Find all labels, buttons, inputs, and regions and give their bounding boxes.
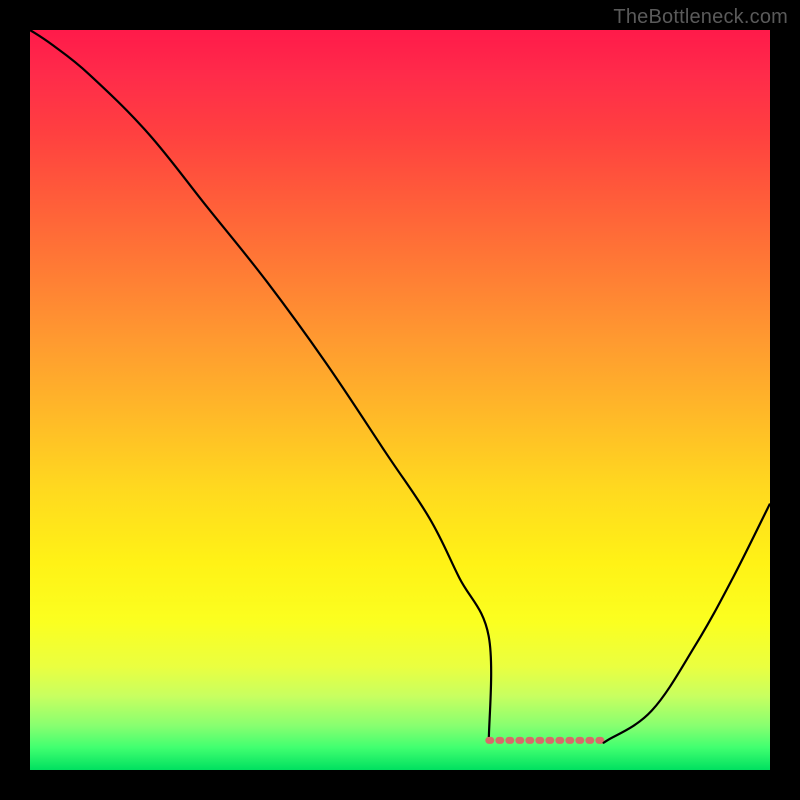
chart-curve-path-right <box>604 504 770 743</box>
watermark-text: TheBottleneck.com <box>613 6 788 29</box>
chart-curve-path-left <box>30 30 491 740</box>
chart-area <box>30 30 770 770</box>
chart-curve-svg <box>30 30 770 770</box>
